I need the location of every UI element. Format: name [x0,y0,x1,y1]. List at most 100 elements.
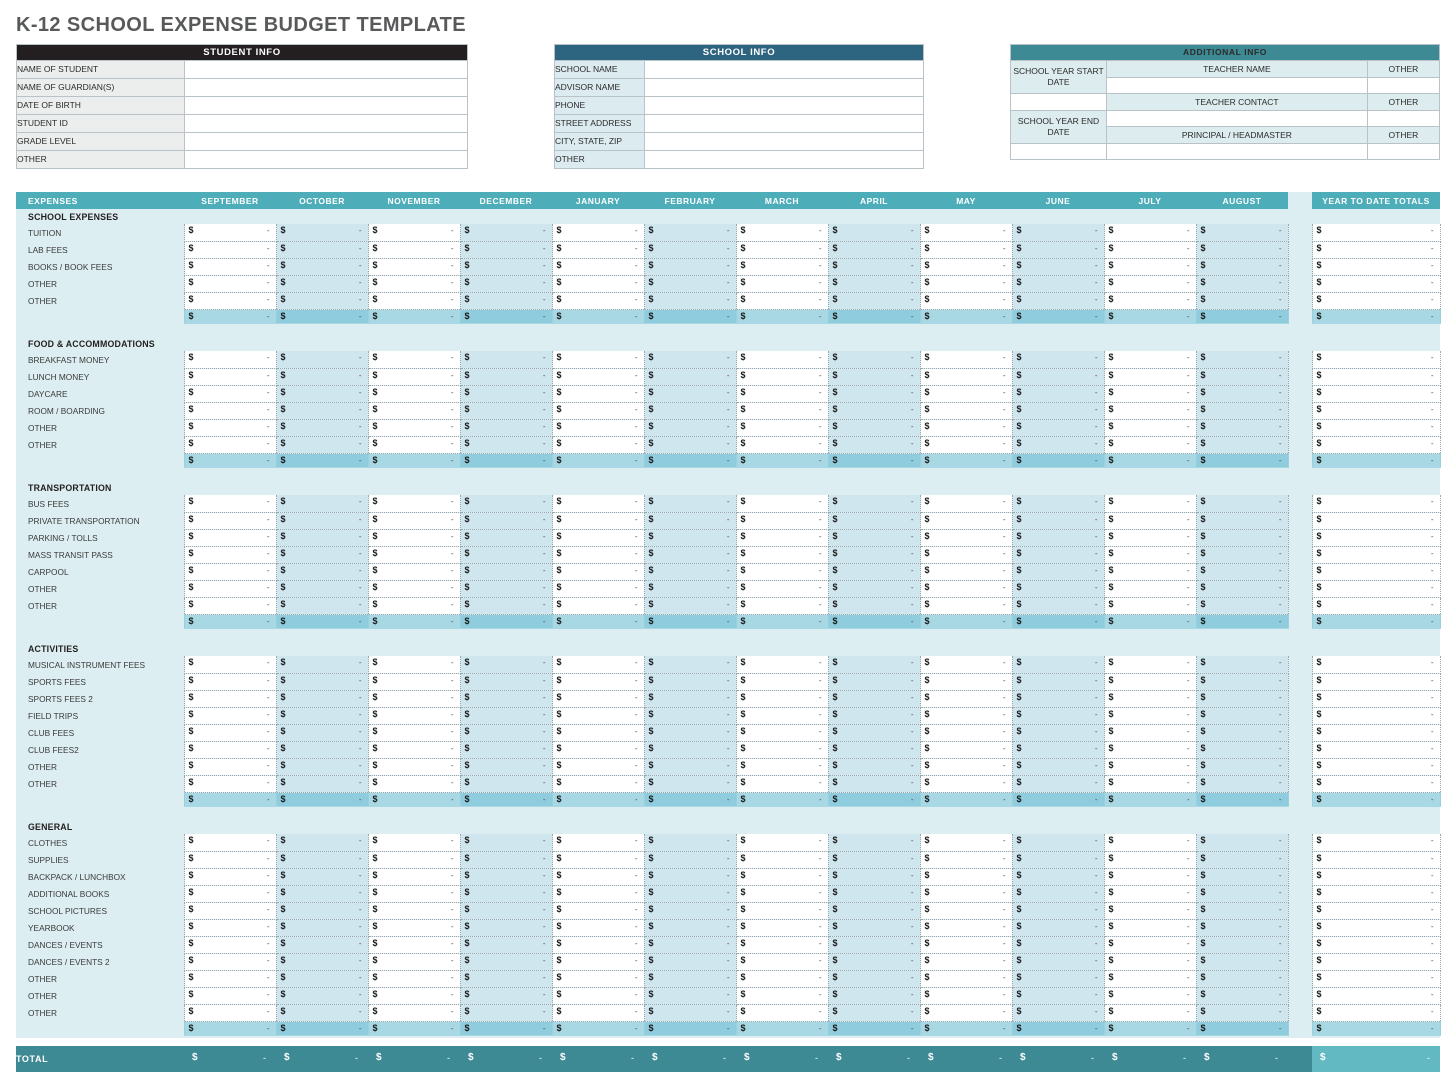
amount-cell[interactable]: $ - [1103,1021,1197,1036]
amount-cell[interactable]: $ - [1311,987,1441,1005]
amount-cell[interactable]: $ - [827,529,921,547]
amount-cell[interactable]: $ - [1011,758,1105,776]
amount-cell[interactable]: $ - [919,597,1013,615]
amount-cell[interactable]: $ - [275,919,369,937]
amount-cell[interactable]: $ - [367,436,461,454]
amount-cell[interactable]: $ - [183,792,277,807]
amount-cell[interactable]: $ - [1195,758,1289,776]
amount-cell[interactable]: $ - [827,402,921,420]
amount-cell[interactable]: $ - [183,834,277,852]
amount-cell[interactable]: $ - [183,919,277,937]
amount-cell[interactable]: $ - [275,1004,369,1022]
amount-cell[interactable]: $ - [183,402,277,420]
amount-cell[interactable]: $ - [1011,970,1105,988]
amount-cell[interactable]: $ - [1011,868,1105,886]
amount-cell[interactable]: $ - [1311,241,1441,259]
amount-cell[interactable]: $ - [643,546,737,564]
amount-cell[interactable]: $ - [1103,419,1197,437]
student-field-input[interactable] [184,60,468,79]
amount-cell[interactable]: $ - [735,673,829,691]
amount-cell[interactable]: $ - [459,309,553,324]
amount-cell[interactable]: $ - [367,224,461,242]
amount-cell[interactable]: $ - [551,690,645,708]
amount-cell[interactable]: $ - [183,512,277,530]
amount-cell[interactable]: $ - [367,402,461,420]
amount-cell[interactable]: $ - [919,834,1013,852]
amount-cell[interactable]: $ - [275,580,369,598]
amount-cell[interactable]: $ - [551,707,645,725]
teacher-name-input[interactable] [1106,77,1368,94]
amount-cell[interactable]: $ - [1195,258,1289,276]
amount-cell[interactable]: $ - [367,563,461,581]
amount-cell[interactable]: $ - [1195,1021,1289,1036]
amount-cell[interactable]: $ - [1103,970,1197,988]
amount-cell[interactable]: $ - [275,656,369,674]
amount-cell[interactable]: $ - [735,351,829,369]
amount-cell[interactable]: $ - [919,224,1013,242]
amount-cell[interactable]: $ - [551,224,645,242]
amount-cell[interactable]: $ - [1311,758,1441,776]
amount-cell[interactable]: $ - [1195,868,1289,886]
amount-cell[interactable]: $ - [827,614,921,629]
amount-cell[interactable]: $ - [919,419,1013,437]
amount-cell[interactable]: $ - [551,792,645,807]
amount-cell[interactable]: $ - [1011,529,1105,547]
amount-cell[interactable]: $ - [1195,292,1289,310]
amount-cell[interactable]: $ - [919,707,1013,725]
amount-cell[interactable]: $ - [459,614,553,629]
teacher-contact-other-input[interactable] [1366,110,1441,127]
amount-cell[interactable]: $ - [1103,436,1197,454]
amount-cell[interactable]: $ - [367,546,461,564]
amount-cell[interactable]: $ - [367,851,461,869]
amount-cell[interactable]: $ - [827,512,921,530]
amount-cell[interactable]: $ - [827,368,921,386]
amount-cell[interactable]: $ - [1311,868,1441,886]
amount-cell[interactable]: $ - [1311,402,1441,420]
amount-cell[interactable]: $ - [1103,597,1197,615]
amount-cell[interactable]: $ - [1103,258,1197,276]
amount-cell[interactable]: $ - [551,885,645,903]
amount-cell[interactable]: $ - [735,402,829,420]
amount-cell[interactable]: $ - [1311,885,1441,903]
amount-cell[interactable]: $ - [551,936,645,954]
amount-cell[interactable]: $ - [1311,970,1441,988]
amount-cell[interactable]: $ - [1311,724,1441,742]
amount-cell[interactable]: $ - [275,868,369,886]
amount-cell[interactable]: $ - [1011,241,1105,259]
amount-cell[interactable]: $ - [1311,614,1441,629]
amount-cell[interactable]: $ - [1195,885,1289,903]
student-field-input[interactable] [184,150,468,169]
amount-cell[interactable]: $ - [643,724,737,742]
amount-cell[interactable]: $ - [1103,614,1197,629]
amount-cell[interactable]: $ - [643,953,737,971]
amount-cell[interactable]: $ - [459,673,553,691]
amount-cell[interactable]: $ - [1103,368,1197,386]
amount-cell[interactable]: $ - [735,224,829,242]
amount-cell[interactable]: $ - [275,690,369,708]
amount-cell[interactable]: $ - [1011,656,1105,674]
amount-cell[interactable]: $ - [1011,436,1105,454]
amount-cell[interactable]: $ - [735,1021,829,1036]
amount-cell[interactable]: $ - [275,792,369,807]
amount-cell[interactable]: $ - [367,936,461,954]
amount-cell[interactable]: $ - [1311,1004,1441,1022]
amount-cell[interactable]: $ - [551,546,645,564]
amount-cell[interactable]: $ - [643,597,737,615]
amount-cell[interactable]: $ - [919,241,1013,259]
amount-cell[interactable]: $ - [1103,792,1197,807]
amount-cell[interactable]: $ - [459,707,553,725]
amount-cell[interactable]: $ - [643,292,737,310]
amount-cell[interactable]: $ - [1195,792,1289,807]
amount-cell[interactable]: $ - [459,724,553,742]
amount-cell[interactable]: $ - [275,402,369,420]
amount-cell[interactable]: $ - [367,970,461,988]
amount-cell[interactable]: $ - [551,673,645,691]
amount-cell[interactable]: $ - [551,258,645,276]
amount-cell[interactable]: $ - [1103,868,1197,886]
amount-cell[interactable]: $ - [827,309,921,324]
amount-cell[interactable]: $ - [643,368,737,386]
amount-cell[interactable]: $ - [1011,368,1105,386]
amount-cell[interactable]: $ - [827,758,921,776]
amount-cell[interactable]: $ - [551,758,645,776]
amount-cell[interactable]: $ - [551,419,645,437]
